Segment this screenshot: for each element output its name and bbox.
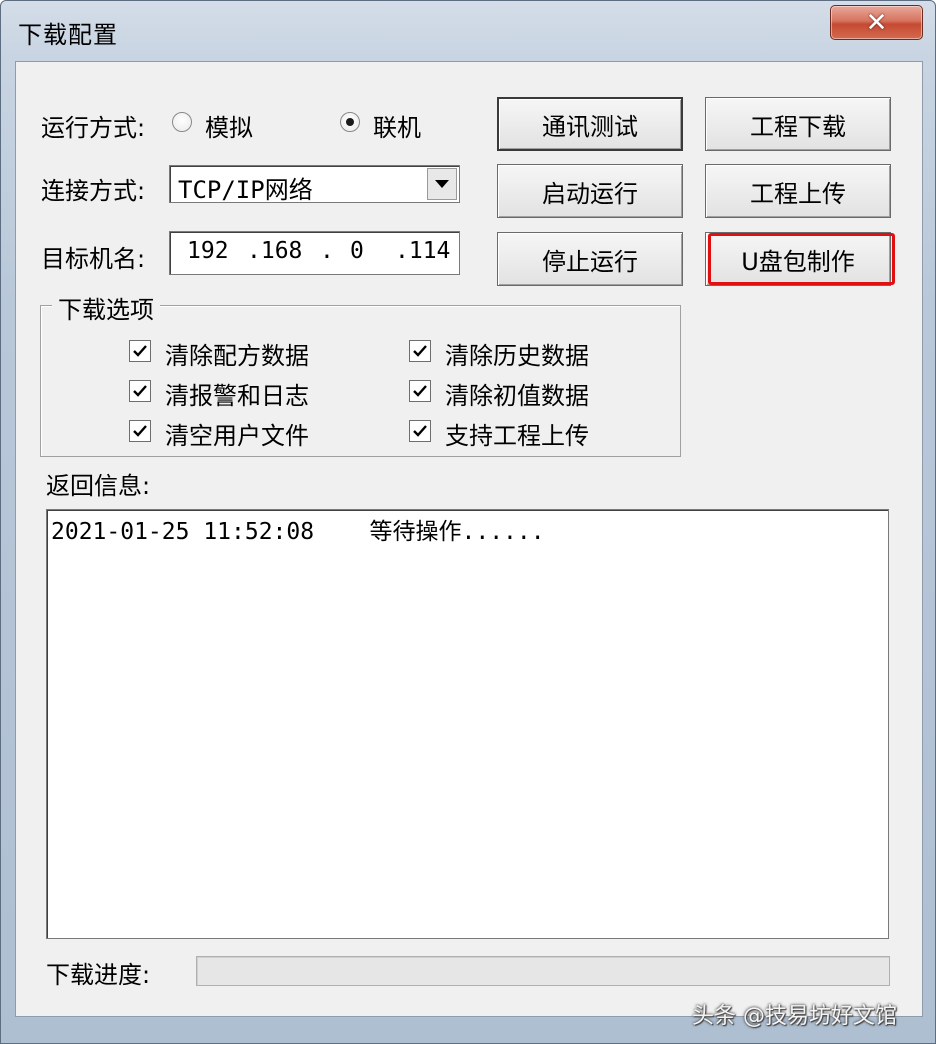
target-name-label: 目标机名: [41, 245, 146, 273]
stop-run-button[interactable]: 停止运行 [497, 232, 683, 286]
checkbox-clear-initial-label[interactable]: 清除初值数据 [445, 376, 589, 411]
log-time: 2021-01-25 11:52:08 [51, 519, 315, 545]
checkbox-clear-recipe[interactable] [129, 340, 151, 362]
connect-mode-value: TCP/IP网络 [178, 176, 313, 204]
chevron-down-icon[interactable] [427, 168, 457, 200]
ip-octet-1[interactable]: 192 [187, 238, 229, 264]
radio-online-label[interactable]: 联机 [373, 108, 421, 143]
return-info-log[interactable]: 2021-01-25 11:52:08 等待操作...... [46, 509, 889, 939]
checkmark-icon [133, 425, 147, 437]
comm-test-button[interactable]: 通讯测试 [497, 97, 683, 151]
close-icon: ✕ [865, 7, 888, 38]
checkbox-clear-alarm-log-label[interactable]: 清报警和日志 [165, 376, 309, 411]
download-progress-label: 下载进度: [46, 961, 151, 989]
checkmark-icon [413, 385, 427, 397]
checkbox-clear-history[interactable] [409, 340, 431, 362]
connect-mode-select[interactable]: TCP/IP网络 [169, 165, 460, 204]
download-progress-bar [196, 956, 890, 986]
checkbox-support-upload[interactable] [409, 420, 431, 442]
checkbox-clear-history-label[interactable]: 清除历史数据 [445, 336, 589, 371]
ip-octet-3[interactable]: 0 [350, 238, 364, 264]
checkmark-icon [413, 425, 427, 437]
target-ip-field[interactable]: 192 .168 . 0 .114 [169, 231, 460, 275]
log-line: 2021-01-25 11:52:08 等待操作...... [51, 512, 545, 546]
radio-simulate[interactable] [172, 112, 192, 132]
checkbox-clear-recipe-label[interactable]: 清除配方数据 [165, 336, 309, 371]
checkbox-clear-initial[interactable] [409, 380, 431, 402]
start-run-button[interactable]: 启动运行 [497, 164, 683, 218]
run-mode-label: 运行方式: [41, 114, 146, 142]
connect-mode-label: 连接方式: [41, 177, 146, 205]
checkbox-clear-alarm-log[interactable] [129, 380, 151, 402]
ip-octet-4[interactable]: .114 [395, 238, 450, 264]
close-button[interactable]: ✕ [830, 5, 923, 40]
title-bar[interactable]: 下载配置 ✕ [1, 1, 935, 59]
radio-simulate-label[interactable]: 模拟 [205, 108, 253, 143]
ip-dot: . [320, 238, 334, 264]
window-title: 下载配置 [18, 21, 118, 49]
checkbox-clear-user-files-label[interactable]: 清空用户文件 [165, 416, 309, 451]
project-upload-button[interactable]: 工程上传 [705, 164, 891, 218]
download-options-title: 下载选项 [52, 290, 160, 325]
checkbox-clear-user-files[interactable] [129, 420, 151, 442]
ip-octet-2[interactable]: .168 [247, 238, 302, 264]
checkmark-icon [133, 385, 147, 397]
project-download-button[interactable]: 工程下载 [705, 97, 891, 151]
log-message: 等待操作...... [369, 519, 545, 545]
return-info-label: 返回信息: [46, 472, 151, 500]
checkmark-icon [413, 345, 427, 357]
usb-package-button[interactable]: U盘包制作 [705, 232, 891, 286]
watermark: 头条 @技易坊好文馆 [692, 1004, 897, 1029]
checkmark-icon [133, 345, 147, 357]
radio-online[interactable] [340, 112, 360, 132]
checkbox-support-upload-label[interactable]: 支持工程上传 [445, 416, 589, 451]
